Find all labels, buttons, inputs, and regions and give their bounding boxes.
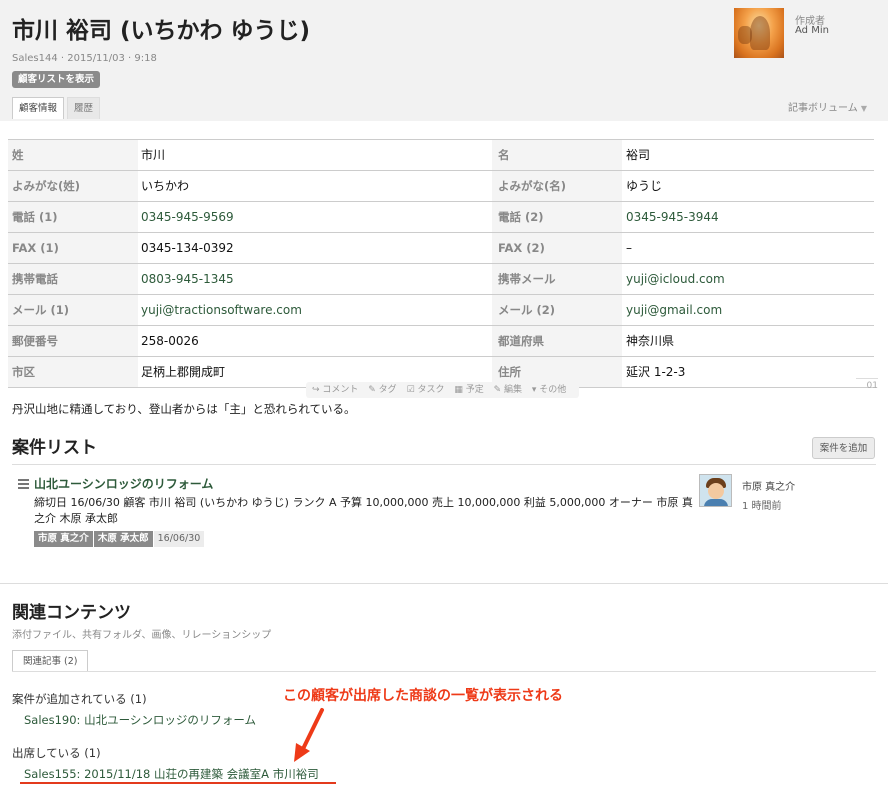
owner-tag[interactable]: 市原 真之介 (34, 531, 93, 547)
field-row-kana: よみがな(姓) いちかわ よみがな(名) ゆうじ (8, 171, 874, 202)
field-row-mobile: 携帯電話 0803-945-1345 携帯メール yuji@icloud.com (8, 264, 874, 295)
related-group-label: 出席している (1) (12, 746, 101, 760)
field-label: 携帯メール (492, 264, 622, 294)
email-2-link[interactable]: yuji@gmail.com (626, 295, 722, 325)
case-list-heading: 案件リスト (12, 438, 97, 458)
case-divider (12, 464, 876, 465)
tag-action[interactable]: ✎ タグ (368, 385, 396, 395)
field-row-name: 姓 市川 名 裕司 (8, 140, 874, 171)
case-tags: 市原 真之介 木原 承太郎 16/06/30 (34, 531, 205, 547)
field-value: いちかわ (141, 179, 190, 193)
field-row-postal: 郵便番号 258-0026 都道府県 神奈川県 (8, 326, 874, 357)
page-header: 市川 裕司 (いちかわ ゆうじ) Sales144 · 2015/11/03 ·… (0, 0, 888, 121)
page-title: 市川 裕司 (いちかわ ゆうじ) (12, 18, 311, 44)
task-action[interactable]: ☑ タスク (407, 385, 445, 395)
field-label: 姓 (8, 140, 138, 170)
mobile-phone-link[interactable]: 0803-945-1345 (141, 264, 234, 294)
author-name[interactable]: Ad Min (795, 25, 829, 36)
field-label: よみがな(姓) (8, 171, 138, 201)
customer-description: 丹沢山地に精通しており、登山者からは「主」と恐れられている。 (12, 402, 356, 416)
email-1-link[interactable]: yuji@tractionsoftware.com (141, 295, 302, 325)
due-date-tag: 16/06/30 (153, 531, 205, 547)
list-icon (18, 479, 29, 489)
field-label: 名 (492, 140, 622, 170)
field-label: メール (2) (492, 295, 622, 325)
case-user-name[interactable]: 市原 真之介 (742, 478, 795, 493)
field-row-email: メール (1) yuji@tractionsoftware.com メール (2… (8, 295, 874, 326)
customer-field-table: 姓 市川 名 裕司 よみがな(姓) いちかわ よみがな(名) ゆうじ 電話 (1… (8, 139, 874, 388)
field-value: 延沢 1-2-3 (626, 365, 686, 379)
field-label: メール (1) (8, 295, 138, 325)
edit-action[interactable]: ✎ 編集 (494, 385, 522, 395)
owner-tag[interactable]: 木原 承太郎 (93, 531, 153, 547)
other-action[interactable]: ▾ その他 (532, 385, 566, 395)
case-title-link[interactable]: 山北ユーシンロッジのリフォーム (34, 475, 213, 492)
case-user-time: 1 時間前 (742, 501, 782, 512)
article-volume-menu[interactable]: 記事ボリューム ▼ (788, 99, 867, 114)
case-description: 締切日 16/06/30 顧客 市川 裕司 (いちかわ ゆうじ) ランク A 予… (34, 496, 693, 525)
tab-related-articles[interactable]: 関連記事 (2) (12, 650, 89, 671)
annotation-arrow-icon (294, 708, 324, 762)
field-value: 0345-134-0392 (141, 241, 234, 255)
field-label: 都道府県 (492, 326, 622, 356)
chevron-down-icon: ▼ (860, 104, 868, 113)
related-content-subtitle: 添付ファイル、共有フォルダ、画像、リレーションシップ (12, 630, 272, 641)
avatar-face (708, 483, 724, 499)
annotation-underline (20, 782, 336, 784)
field-label: FAX (1) (8, 233, 138, 263)
field-value: – (626, 241, 632, 255)
phone-2-link[interactable]: 0345-945-3944 (626, 202, 719, 232)
tab-customer-info[interactable]: 顧客情報 (12, 97, 65, 119)
field-label: 郵便番号 (8, 326, 138, 356)
related-group-label: 案件が追加されている (1) (12, 692, 147, 706)
field-label: 電話 (1) (8, 202, 138, 232)
field-value: 足柄上郡開成町 (141, 365, 226, 379)
field-label: 電話 (2) (492, 202, 622, 232)
field-row-fax: FAX (1) 0345-134-0392 FAX (2) – (8, 233, 874, 264)
field-value: 神奈川県 (626, 334, 675, 348)
article-meta: Sales144 · 2015/11/03 · 9:18 (12, 53, 157, 64)
field-value: 市川 (141, 148, 166, 162)
field-row-phone: 電話 (1) 0345-945-9569 電話 (2) 0345-945-394… (8, 202, 874, 233)
mobile-email-link[interactable]: yuji@icloud.com (626, 264, 725, 294)
related-article-link[interactable]: Sales190: 山北ユーシンロッジのリフォーム (24, 712, 256, 728)
article-volume-label: 記事ボリューム (788, 103, 858, 114)
field-value: 裕司 (626, 148, 651, 162)
phone-1-link[interactable]: 0345-945-9569 (141, 202, 234, 232)
page-number: 01 (856, 378, 878, 393)
field-label: 市区 (8, 357, 138, 387)
avatar-body (704, 499, 728, 506)
related-article-link[interactable]: Sales155: 2015/11/18 山荘の再建築 会議室A 市川裕司 (24, 766, 319, 782)
avatar-figure (750, 16, 770, 50)
field-label: よみがな(名) (492, 171, 622, 201)
field-label: 携帯電話 (8, 264, 138, 294)
tab-history[interactable]: 履歴 (67, 97, 101, 119)
field-value: ゆうじ (626, 179, 663, 193)
show-customer-list-button[interactable]: 顧客リストを表示 (12, 71, 101, 88)
article-action-bar: ↪ コメント ✎ タグ ☑ タスク ▦ 予定 ✎ 編集 ▾ その他 (306, 382, 580, 398)
field-label: FAX (2) (492, 233, 622, 263)
user-avatar[interactable] (699, 474, 732, 507)
related-content-heading: 関連コンテンツ (12, 603, 131, 623)
comment-action[interactable]: ↪ コメント (312, 385, 358, 395)
section-divider (0, 583, 888, 584)
field-value: 258-0026 (141, 334, 199, 348)
related-divider (12, 671, 876, 672)
schedule-action[interactable]: ▦ 予定 (454, 385, 483, 395)
annotation-callout: この顧客が出席した商談の一覧が表示される (283, 688, 563, 704)
author-avatar[interactable] (734, 8, 784, 58)
add-case-button[interactable]: 案件を追加 (812, 437, 875, 459)
